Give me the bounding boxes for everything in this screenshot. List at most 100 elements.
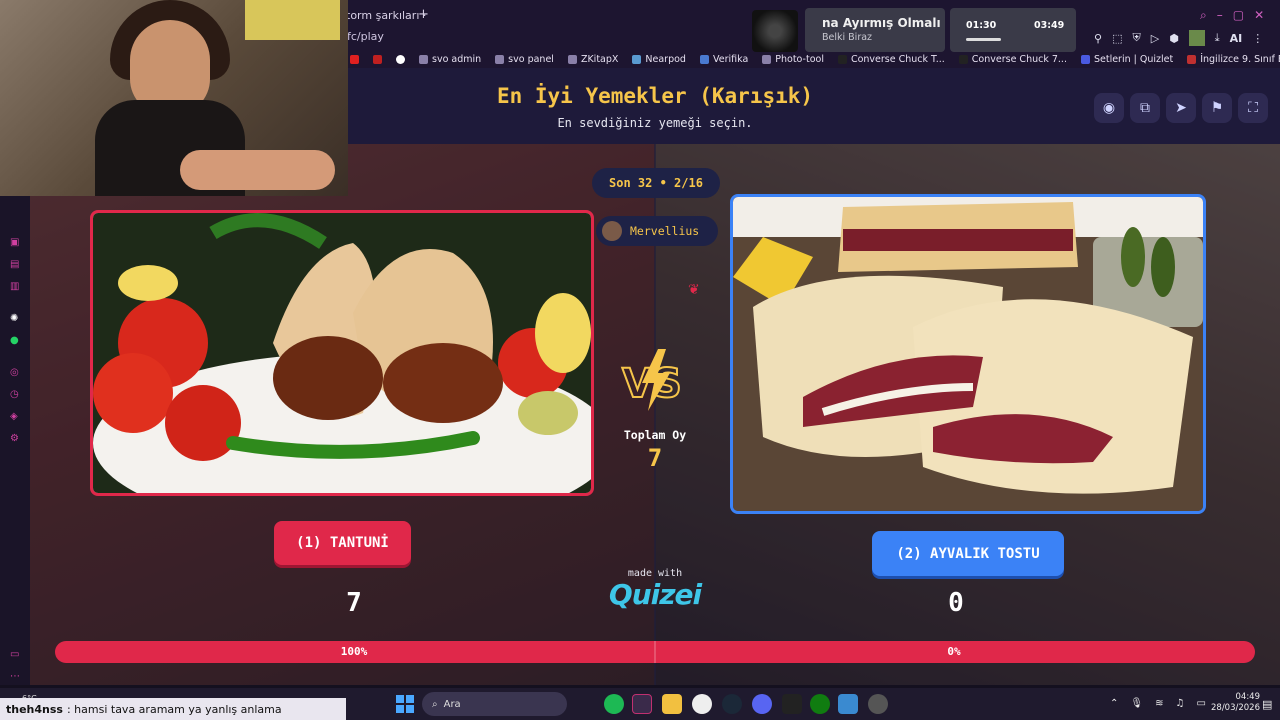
search-icon: ⌕	[432, 698, 438, 710]
youtube-icon[interactable]	[350, 54, 359, 64]
media-progress-bar[interactable]	[966, 38, 1001, 41]
search-placeholder: Ara	[443, 698, 461, 710]
option-card-left[interactable]	[90, 210, 594, 496]
clock-time: 04:49	[1235, 692, 1261, 702]
bookmark-item[interactable]: Converse Chuck T...	[837, 54, 945, 65]
close-icon[interactable]: ✕	[1254, 8, 1264, 23]
total-votes-value: 7	[647, 444, 663, 472]
media-widget-title[interactable]	[805, 8, 945, 52]
album-art	[752, 10, 798, 52]
play-icon[interactable]: ▷	[1151, 32, 1159, 45]
fullscreen-icon[interactable]: ⛶	[1238, 93, 1268, 123]
sidebar-icon[interactable]: ▭	[10, 650, 20, 660]
chatgpt-icon[interactable]: ✺	[10, 314, 20, 324]
volume-icon[interactable]: ♫	[1175, 698, 1184, 709]
bookmark-item[interactable]: Nearpod	[632, 54, 686, 65]
system-tray: ⌃ 🎙︎ ≋ ♫ ▭	[1110, 698, 1206, 709]
round-indicator: Son 32 • 2/16	[592, 168, 720, 198]
percent-right: 0%	[947, 645, 961, 658]
pin-icon[interactable]: ⚲	[1094, 32, 1102, 45]
maximize-icon[interactable]: ▢	[1233, 8, 1244, 23]
vote-count-right: 0	[948, 588, 964, 618]
ai-button[interactable]: AI	[1230, 32, 1243, 45]
xbox-icon[interactable]	[810, 694, 830, 714]
sidebar-icon[interactable]: ▣	[10, 238, 20, 248]
sidebar-icon[interactable]: ◎	[10, 368, 20, 378]
webcam-overlay	[0, 0, 348, 196]
vote-button-right[interactable]: (2) AYVALIK TOSTU	[872, 531, 1064, 576]
notification-icon[interactable]: ▤	[1262, 698, 1272, 711]
flag-icon[interactable]: ⚑	[1202, 93, 1232, 123]
brand-logo[interactable]: Quizei	[600, 578, 710, 611]
ayvalik-tostu-image	[733, 197, 1203, 511]
chat-username: theh4nss	[6, 702, 63, 716]
profile-avatar[interactable]	[1188, 30, 1205, 46]
spotify-icon[interactable]	[604, 694, 624, 714]
streamer-arm	[180, 150, 335, 190]
more-icon[interactable]: ⋯	[10, 672, 20, 682]
shield-icon[interactable]: ⛨	[1132, 31, 1140, 45]
bookmark-item[interactable]: İngilizce 9. Sınıf Et...	[1187, 54, 1280, 65]
search-icon[interactable]: ⌕	[1200, 8, 1207, 23]
browser-app-icon[interactable]	[632, 694, 652, 714]
extensions-icon[interactable]: ⬢	[1169, 32, 1179, 45]
stream-chat-message: theh4nss : hamsi tava aramam ya yanlış a…	[0, 698, 346, 720]
app-icon[interactable]	[868, 694, 888, 714]
browser-sidebar: ▣ ▤ ▥ ✺ ● ◎ ◷ ◈ ⚙ ▭ ⋯	[0, 196, 30, 685]
taskbar-search[interactable]: ⌕ Ara	[422, 692, 567, 716]
twitch-icon[interactable]: ▥	[10, 282, 20, 292]
active-tab-title[interactable]: torm şarkıları ·	[346, 9, 426, 22]
tantuni-image	[93, 213, 591, 493]
option-card-right[interactable]	[730, 194, 1206, 514]
epic-games-icon[interactable]	[782, 694, 802, 714]
bookmark-item[interactable]: Converse Chuck 7...	[958, 54, 1067, 65]
download-icon[interactable]: ⤓	[1215, 31, 1220, 45]
result-bar-divider	[654, 641, 656, 663]
avatar	[602, 221, 622, 241]
bookmark-icon[interactable]	[373, 54, 382, 64]
clock-icon[interactable]: ◷	[10, 390, 20, 400]
bookmarks-bar: svo admin svo panel ZKitapX Nearpod Veri…	[350, 50, 1280, 68]
sidebar-icon[interactable]: ▤	[10, 260, 20, 270]
new-tab-icon[interactable]: +	[418, 7, 429, 22]
vote-button-left[interactable]: (1) TANTUNİ	[274, 521, 411, 565]
duration-time: 03:49	[1034, 20, 1065, 31]
chevron-up-icon[interactable]: ⌃	[1110, 698, 1118, 709]
chat-text: : hamsi tava aramam ya yanlış anlama	[66, 702, 282, 716]
app-icon[interactable]	[838, 694, 858, 714]
taskbar-clock[interactable]: 04:49 28/03/2026	[1200, 692, 1260, 714]
bookmark-item[interactable]: svo admin	[419, 54, 481, 65]
song-artist: Belki Biraz	[822, 32, 873, 43]
vote-count-left: 7	[346, 588, 362, 618]
file-explorer-icon[interactable]	[662, 694, 682, 714]
wall-poster	[245, 0, 340, 40]
bookmark-icon[interactable]	[396, 54, 405, 64]
discord-icon[interactable]	[752, 694, 772, 714]
bookmark-item[interactable]: Photo-tool	[762, 54, 824, 65]
screenshot-icon[interactable]: ⬚	[1112, 32, 1122, 45]
address-bar[interactable]: 8fc/play	[340, 30, 490, 44]
bookmark-item[interactable]: svo panel	[495, 54, 554, 65]
microphone-icon[interactable]: 🎙︎	[1130, 698, 1143, 709]
paw-icon: ❦	[688, 282, 700, 298]
steam-icon[interactable]	[722, 694, 742, 714]
menu-icon[interactable]: ⋮	[1252, 32, 1263, 45]
browser-toolbar: ⚲ ⬚ ⛨ ▷ ⬢ ⤓ AI ⋮	[1094, 30, 1263, 46]
whatsapp-icon[interactable]: ●	[10, 336, 20, 346]
player-badge: Mervellius	[596, 216, 718, 246]
sidebar-icon[interactable]: ◈	[10, 412, 20, 422]
send-icon[interactable]: ➤	[1166, 93, 1196, 123]
bookmark-item[interactable]: Verifika	[699, 54, 748, 65]
clock-date: 28/03/2026	[1211, 703, 1260, 713]
obs-icon[interactable]	[692, 694, 712, 714]
minimize-icon[interactable]: –	[1217, 8, 1223, 23]
eye-icon[interactable]: ◉	[1094, 93, 1124, 123]
bookmark-item[interactable]: ZKitapX	[567, 54, 618, 65]
bookmark-item[interactable]: Setlerin | Quizlet	[1080, 54, 1173, 65]
windows-start-icon[interactable]	[396, 695, 414, 713]
share-icon[interactable]: ⧉	[1130, 93, 1160, 123]
song-title: na Ayırmış Olmalı	[822, 16, 941, 30]
settings-icon[interactable]: ⚙	[10, 434, 20, 444]
window-controls: ⌕ – ▢ ✕	[1200, 8, 1264, 23]
wifi-icon[interactable]: ≋	[1155, 698, 1163, 709]
